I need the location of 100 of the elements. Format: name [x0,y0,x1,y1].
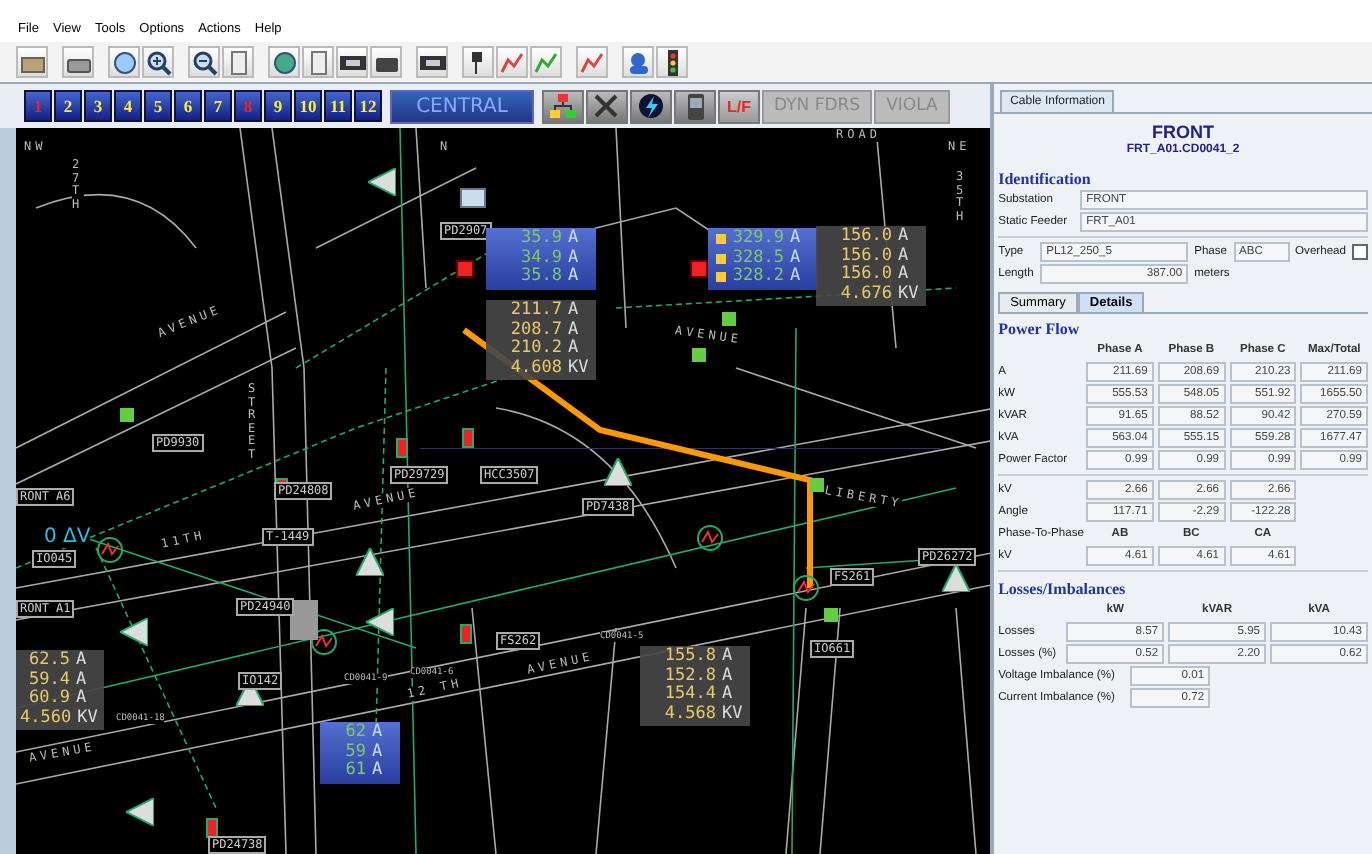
section-heading: Losses/Imbalances [998,580,1128,598]
fuse-icon [206,818,218,838]
phone-button[interactable] [674,89,716,123]
readout-value: 211.7 [510,302,562,321]
readout-value: 152.8 [664,667,716,685]
readout-value: 154.4 [664,686,716,705]
zoom-out-icon [191,49,217,75]
readout-value: 4.676 [840,285,892,304]
zone-button[interactable]: 7 [204,90,232,122]
chart-icon [533,49,559,75]
zone-button[interactable]: 5 [144,90,172,122]
network-button[interactable] [542,89,584,123]
readout-value: 155.8 [664,648,716,667]
toolbar-button[interactable] [370,46,402,78]
toolbar-button[interactable] [142,46,174,78]
zone-button[interactable]: 12 [354,90,382,122]
readout-unit: A [76,652,89,671]
switch-icon [456,260,474,278]
readout-value: 4.560 [20,709,72,728]
readout-unit: A [372,762,385,781]
transformer-icon [356,548,384,576]
node-icon [810,478,824,492]
switch-circle-icon [792,574,820,602]
readout-unit: A [722,667,735,685]
readout-unit: A [790,230,803,249]
readout-value: 329.9 [732,230,784,249]
lightning-icon [638,94,664,118]
readout-value: 156.0 [840,247,892,265]
readout-unit: KV [77,709,100,728]
zone-button[interactable]: 3 [84,90,112,122]
toolbar-button[interactable] [622,46,654,78]
map-canvas[interactable] [16,128,991,854]
readout-unit: A [898,228,911,247]
toolbar-button[interactable] [268,46,300,78]
readout-value: 4.568 [664,705,716,724]
user-icon [625,49,651,75]
fuse-icon [396,438,408,458]
readout-value: 4.608 [510,359,562,378]
switch-circle-icon [96,536,124,564]
readout-value: 59.4 [29,671,70,689]
toolbar-button[interactable] [188,46,220,78]
zone-button[interactable]: 11 [324,90,352,122]
readout-unit: A [568,302,581,321]
image-icon [460,188,486,208]
toolbar-button[interactable] [62,46,94,78]
readout-value: 34.9 [521,249,562,267]
readout-unit: A [568,340,581,359]
transformer-icon [366,608,394,636]
transformer-icon [604,458,632,486]
readout-unit: A [898,247,911,265]
voltage-drop-label: 0 ΔV [44,526,91,548]
readout-unit: A [372,743,385,761]
zoom-in-icon [145,49,171,75]
overhead-checkbox[interactable] [1352,244,1368,260]
readout-unit: A [722,648,735,667]
cabinet-icon [290,600,318,640]
transformer-icon [942,564,970,592]
toolbar-button[interactable] [336,46,368,78]
readout-value: 62.5 [29,652,70,671]
zone-button[interactable]: 2 [54,90,82,122]
zone-button[interactable]: 4 [114,90,142,122]
readout-unit: A [76,690,89,709]
toolbar-button[interactable] [16,46,48,78]
readout-value: 208.7 [510,321,562,339]
cable-substation-title: FRONT [1150,122,1217,142]
power-button[interactable] [630,89,672,123]
readout-value: 328.5 [732,249,784,267]
readout-unit: A [76,671,89,689]
readout-unit: A [722,686,735,705]
toolbar-button[interactable] [656,46,688,78]
toolbar-button[interactable] [108,46,140,78]
node-icon [120,408,134,422]
zone-button[interactable]: 10 [294,90,322,122]
readout-value: 35.9 [521,230,562,249]
zone-button[interactable]: 6 [174,90,202,122]
node-icon [824,608,838,622]
zone-button[interactable]: 9 [264,90,292,122]
readout-value: 35.8 [521,268,562,287]
readout-unit: KV [722,705,745,724]
hierarchy-icon [550,94,576,118]
tools-button[interactable] [586,89,628,123]
toolbar-button[interactable] [462,46,494,78]
readout-value: 59 [345,743,366,761]
readout-value: 328.2 [732,268,784,287]
readout-unit: KV [898,285,921,304]
readout-value: 62 [345,724,366,743]
node-icon [692,348,706,362]
readout-unit: A [568,249,581,267]
toolbar-button[interactable] [416,46,448,78]
phone-icon [685,93,705,119]
node-icon [722,312,736,326]
readout-unit: A [568,268,581,287]
chart-icon [579,49,605,75]
readout-value: 156.0 [840,266,892,285]
readout-value: 60.9 [29,690,70,709]
readout-unit: A [790,268,803,287]
transformer-icon [368,168,396,196]
readout-value: 210.2 [510,340,562,359]
readout-unit: A [372,724,385,743]
switch-icon [690,260,708,278]
